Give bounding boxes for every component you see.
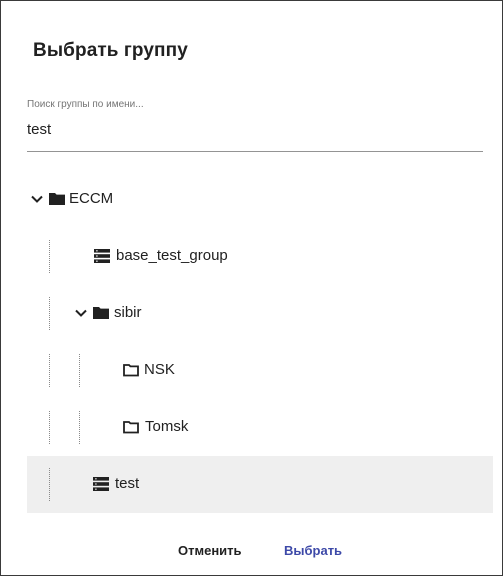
tree-node-tomsk[interactable]: Tomsk bbox=[27, 399, 493, 456]
folder-outline-icon bbox=[123, 421, 139, 434]
folder-solid-icon bbox=[93, 307, 109, 319]
tree-node-base-test-group[interactable]: base_test_group bbox=[27, 228, 493, 285]
list-icon bbox=[93, 477, 109, 491]
tree-node-label: sibir bbox=[114, 304, 142, 321]
tree-guide-line bbox=[49, 468, 50, 501]
search-input[interactable] bbox=[27, 117, 483, 141]
tree-node-label: base_test_group bbox=[116, 247, 228, 264]
tree-guide-line bbox=[49, 354, 50, 387]
tree-guide-line bbox=[49, 240, 50, 273]
cancel-button[interactable]: Отменить bbox=[178, 543, 242, 558]
tree-node-label: Tomsk bbox=[145, 418, 189, 435]
tree-node-label: NSK bbox=[144, 361, 175, 378]
tree-guide-line bbox=[79, 354, 80, 387]
group-tree: ECCM base_test_group sibir NSK Tomsk tes… bbox=[27, 171, 493, 513]
tree-node-test[interactable]: test bbox=[27, 456, 493, 513]
search-field: Поиск группы по имени... bbox=[27, 99, 483, 153]
chevron-down-icon[interactable] bbox=[73, 305, 89, 321]
dialog-title: Выбрать группу bbox=[33, 40, 188, 61]
chevron-down-icon[interactable] bbox=[29, 191, 45, 207]
tree-guide-line bbox=[49, 411, 50, 444]
tree-guide-line bbox=[79, 411, 80, 444]
tree-node-nsk[interactable]: NSK bbox=[27, 342, 493, 399]
tree-node-label: ECCM bbox=[69, 190, 114, 207]
folder-outline-icon bbox=[123, 364, 139, 377]
select-button[interactable]: Выбрать bbox=[284, 543, 342, 558]
list-icon bbox=[94, 249, 110, 263]
tree-node-eccm[interactable]: ECCM bbox=[27, 171, 493, 228]
select-group-dialog: Выбрать группу Поиск группы по имени... … bbox=[0, 0, 503, 576]
tree-node-sibir[interactable]: sibir bbox=[27, 285, 493, 342]
tree-guide-line bbox=[49, 297, 50, 330]
search-underline bbox=[27, 151, 483, 152]
folder-solid-icon bbox=[49, 193, 65, 205]
search-label: Поиск группы по имени... bbox=[27, 99, 144, 110]
tree-node-label: test bbox=[115, 475, 140, 492]
